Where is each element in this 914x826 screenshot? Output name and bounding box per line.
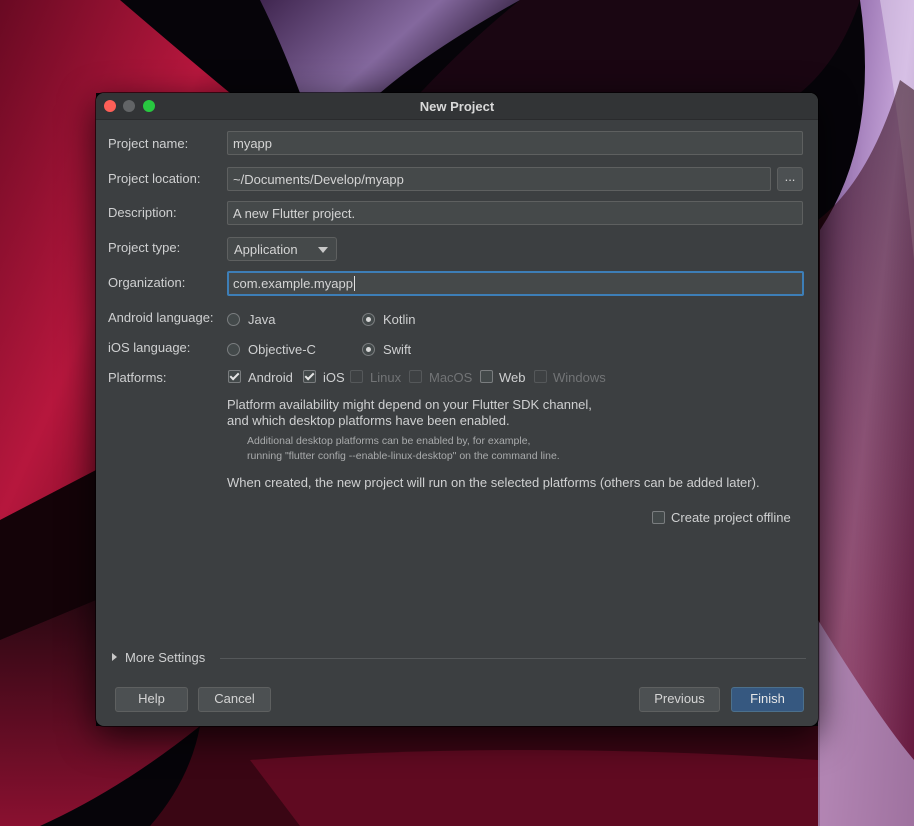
- platform-web-label: Web: [499, 370, 526, 385]
- previous-button[interactable]: Previous: [639, 687, 720, 712]
- cancel-button[interactable]: Cancel: [198, 687, 271, 712]
- platform-ios-label: iOS: [323, 370, 345, 385]
- project-name-input[interactable]: myapp: [227, 131, 803, 155]
- more-settings-toggle[interactable]: More Settings: [112, 650, 205, 665]
- platform-macos-label: MacOS: [429, 370, 473, 385]
- ios-language-label: iOS language:: [108, 340, 191, 355]
- browse-location-button[interactable]: ...: [777, 167, 803, 191]
- organization-input[interactable]: com.example.myapp: [227, 271, 804, 296]
- platform-ios-checkbox[interactable]: [303, 370, 316, 383]
- dialog-title: New Project: [419, 99, 495, 114]
- platform-info-line-2: and which desktop platforms have been en…: [227, 413, 510, 428]
- android-kotlin-label: Kotlin: [383, 312, 416, 327]
- platform-linux-checkbox[interactable]: [350, 370, 363, 383]
- text-caret: [353, 276, 355, 291]
- ios-objective-c-radio[interactable]: [227, 343, 240, 356]
- platforms-note: When created, the new project will run o…: [227, 475, 760, 490]
- android-kotlin-radio[interactable]: [362, 313, 375, 326]
- more-settings-separator: [220, 658, 806, 659]
- android-language-label: Android language:: [108, 310, 214, 325]
- platform-android-checkbox[interactable]: [228, 370, 241, 383]
- create-offline-checkbox[interactable]: [652, 511, 665, 524]
- android-java-label: Java: [248, 312, 276, 327]
- platform-hint-line-2: running "flutter config --enable-linux-d…: [247, 450, 560, 462]
- platform-linux-label: Linux: [370, 370, 402, 385]
- platform-windows-checkbox[interactable]: [534, 370, 547, 383]
- project-type-label: Project type:: [108, 240, 181, 255]
- description-input[interactable]: A new Flutter project.: [227, 201, 803, 225]
- create-offline-label: Create project offline: [671, 510, 791, 525]
- platform-macos-checkbox[interactable]: [409, 370, 422, 383]
- project-type-value: Application: [234, 242, 298, 257]
- description-label: Description:: [108, 205, 177, 220]
- android-java-radio[interactable]: [227, 313, 240, 326]
- project-type-dropdown[interactable]: Application: [227, 237, 337, 261]
- platform-web-checkbox[interactable]: [480, 370, 493, 383]
- help-button[interactable]: Help: [115, 687, 188, 712]
- project-name-label: Project name:: [108, 136, 189, 151]
- organization-value: com.example.myapp: [233, 276, 353, 291]
- disclosure-triangle-icon: [112, 653, 117, 661]
- new-project-dialog: New Project Project name: myapp Project …: [96, 93, 818, 726]
- platform-info-line-1: Platform availability might depend on yo…: [227, 397, 592, 412]
- ios-swift-label: Swift: [383, 342, 412, 357]
- finish-button[interactable]: Finish: [731, 687, 804, 712]
- platform-windows-label: Windows: [553, 370, 606, 385]
- organization-label: Organization:: [108, 275, 186, 290]
- project-location-input[interactable]: ~/Documents/Develop/myapp: [227, 167, 771, 191]
- title-bar: New Project: [96, 93, 818, 120]
- project-location-label: Project location:: [108, 171, 201, 186]
- platform-hint-line-1: Additional desktop platforms can be enab…: [247, 435, 531, 447]
- platforms-label: Platforms:: [108, 370, 167, 385]
- ios-objective-c-label: Objective-C: [248, 342, 316, 357]
- chevron-down-icon: [318, 247, 328, 253]
- ios-swift-radio[interactable]: [362, 343, 375, 356]
- more-settings-label: More Settings: [125, 650, 206, 665]
- platform-android-label: Android: [248, 370, 293, 385]
